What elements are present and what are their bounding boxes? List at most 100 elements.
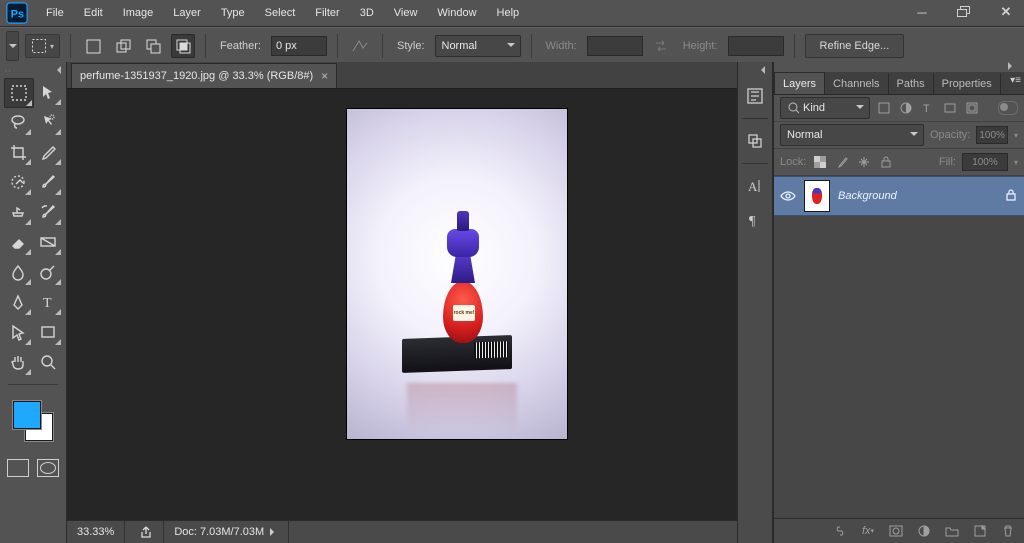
- window-restore-button[interactable]: [952, 4, 976, 20]
- selection-subtract-button[interactable]: [141, 34, 165, 58]
- menu-layer[interactable]: Layer: [163, 3, 211, 23]
- tool-rectangle-shape[interactable]: [34, 318, 62, 346]
- tab-paths[interactable]: Paths: [889, 73, 934, 94]
- tool-eraser[interactable]: [4, 228, 32, 256]
- link-layers-button[interactable]: [832, 523, 848, 539]
- close-tab-icon[interactable]: ×: [321, 69, 328, 83]
- panel-group-layers: Layers Channels Paths Properties ▾≡ Kind…: [773, 62, 1024, 543]
- tool-crop[interactable]: [4, 138, 32, 166]
- status-docsize-text: Doc: 7.03M/7.03M: [174, 526, 264, 538]
- antialias-checkbox[interactable]: [348, 34, 372, 58]
- tool-hand[interactable]: [4, 348, 32, 376]
- delete-layer-button[interactable]: [1000, 523, 1016, 539]
- history-panel-icon[interactable]: [743, 84, 767, 108]
- tool-dodge[interactable]: [34, 258, 62, 286]
- tool-history-brush[interactable]: [34, 198, 62, 226]
- edit-standard-mode-button[interactable]: [7, 459, 29, 477]
- tool-blur[interactable]: [4, 258, 32, 286]
- tool-path-select[interactable]: [4, 318, 32, 346]
- tool-zoom[interactable]: [34, 348, 62, 376]
- color-swatches[interactable]: [11, 399, 55, 443]
- new-adjustment-button[interactable]: [916, 523, 932, 539]
- blend-mode-select[interactable]: Normal: [780, 124, 924, 146]
- menu-type[interactable]: Type: [211, 3, 255, 23]
- tool-lasso[interactable]: [4, 108, 32, 136]
- menu-window[interactable]: Window: [427, 3, 486, 23]
- window-minimize-button[interactable]: ─: [910, 4, 934, 20]
- filter-adjust-icon[interactable]: [898, 100, 914, 116]
- selection-new-button[interactable]: [81, 34, 105, 58]
- style-select[interactable]: Normal: [435, 35, 521, 57]
- canvas-viewport[interactable]: rock me!: [67, 89, 737, 520]
- edit-quickmask-mode-button[interactable]: [37, 459, 59, 477]
- canvas[interactable]: rock me!: [347, 109, 567, 439]
- options-flyout[interactable]: [6, 31, 19, 61]
- filter-shape-icon[interactable]: [942, 100, 958, 116]
- tool-rect-marquee[interactable]: [4, 78, 34, 108]
- menu-filter[interactable]: Filter: [305, 3, 349, 23]
- marquee-tool-preset[interactable]: ▾: [25, 34, 60, 58]
- menu-3d[interactable]: 3D: [350, 3, 384, 23]
- window-close-button[interactable]: ✕: [994, 4, 1018, 20]
- refine-edge-button[interactable]: Refine Edge...: [805, 34, 905, 58]
- blend-mode-value: Normal: [787, 129, 822, 141]
- tool-eyedropper[interactable]: [34, 138, 62, 166]
- foreground-color-swatch[interactable]: [13, 401, 41, 429]
- tool-quick-select[interactable]: [34, 108, 62, 136]
- layer-thumbnail[interactable]: [804, 180, 830, 212]
- layer-row-background[interactable]: Background: [774, 176, 1024, 216]
- filter-kind-select[interactable]: Kind: [780, 97, 870, 119]
- tool-healing-brush[interactable]: [4, 168, 32, 196]
- status-docsize[interactable]: Doc: 7.03M/7.03M: [164, 521, 289, 543]
- layer-name[interactable]: Background: [838, 190, 897, 202]
- separator: [70, 34, 71, 58]
- tool-pen[interactable]: [4, 288, 32, 316]
- tool-clone-stamp[interactable]: [4, 198, 32, 226]
- tool-type[interactable]: T: [34, 288, 62, 316]
- lock-all-button[interactable]: [878, 154, 894, 170]
- width-input: [587, 36, 643, 56]
- menu-image[interactable]: Image: [113, 3, 164, 23]
- lock-position-button[interactable]: [856, 154, 872, 170]
- paragraph-panel-icon[interactable]: ¶: [743, 208, 767, 232]
- filter-smart-icon[interactable]: [964, 100, 980, 116]
- status-share-button[interactable]: [125, 521, 164, 543]
- filter-type-icon[interactable]: T: [920, 100, 936, 116]
- color-panel-icon[interactable]: [743, 129, 767, 153]
- tab-properties[interactable]: Properties: [934, 73, 1001, 94]
- filter-pixel-icon[interactable]: [876, 100, 892, 116]
- opacity-input[interactable]: 100%: [976, 126, 1008, 144]
- lock-pixels-button[interactable]: [834, 154, 850, 170]
- tool-brush[interactable]: [34, 168, 62, 196]
- tool-move[interactable]: [34, 78, 62, 106]
- menu-file[interactable]: File: [36, 3, 74, 23]
- menu-help[interactable]: Help: [487, 3, 530, 23]
- document-tab[interactable]: perfume-1351937_1920.jpg @ 33.3% (RGB/8#…: [71, 63, 337, 88]
- feather-input[interactable]: [271, 36, 327, 56]
- visibility-toggle[interactable]: [780, 188, 796, 204]
- filter-toggle[interactable]: [998, 101, 1018, 115]
- menu-edit[interactable]: Edit: [74, 3, 113, 23]
- panel-menu-button[interactable]: ▾≡: [1010, 75, 1021, 86]
- menu-view[interactable]: View: [384, 3, 428, 23]
- layer-list-empty[interactable]: [774, 216, 1024, 518]
- toolbox-grip[interactable]: ∙∙: [1, 66, 65, 75]
- selection-intersect-button[interactable]: [171, 34, 195, 58]
- new-layer-button[interactable]: [972, 523, 988, 539]
- character-panel-icon[interactable]: A: [743, 174, 767, 198]
- document-tab-title: perfume-1351937_1920.jpg @ 33.3% (RGB/8#…: [80, 70, 313, 82]
- layer-fx-button[interactable]: fx▾: [860, 523, 876, 539]
- menu-select[interactable]: Select: [255, 3, 306, 23]
- tab-channels[interactable]: Channels: [825, 73, 888, 94]
- status-zoom[interactable]: 33.33%: [67, 521, 125, 543]
- panel-grip[interactable]: [774, 62, 1024, 72]
- fill-input[interactable]: 100%: [962, 153, 1008, 171]
- tab-layers[interactable]: Layers: [774, 72, 825, 94]
- work-area: ∙∙ T: [0, 62, 1024, 543]
- selection-add-button[interactable]: [111, 34, 135, 58]
- dock-grip[interactable]: [741, 66, 769, 74]
- new-group-button[interactable]: [944, 523, 960, 539]
- tool-gradient[interactable]: [34, 228, 62, 256]
- lock-transparent-button[interactable]: [812, 154, 828, 170]
- add-mask-button[interactable]: [888, 523, 904, 539]
